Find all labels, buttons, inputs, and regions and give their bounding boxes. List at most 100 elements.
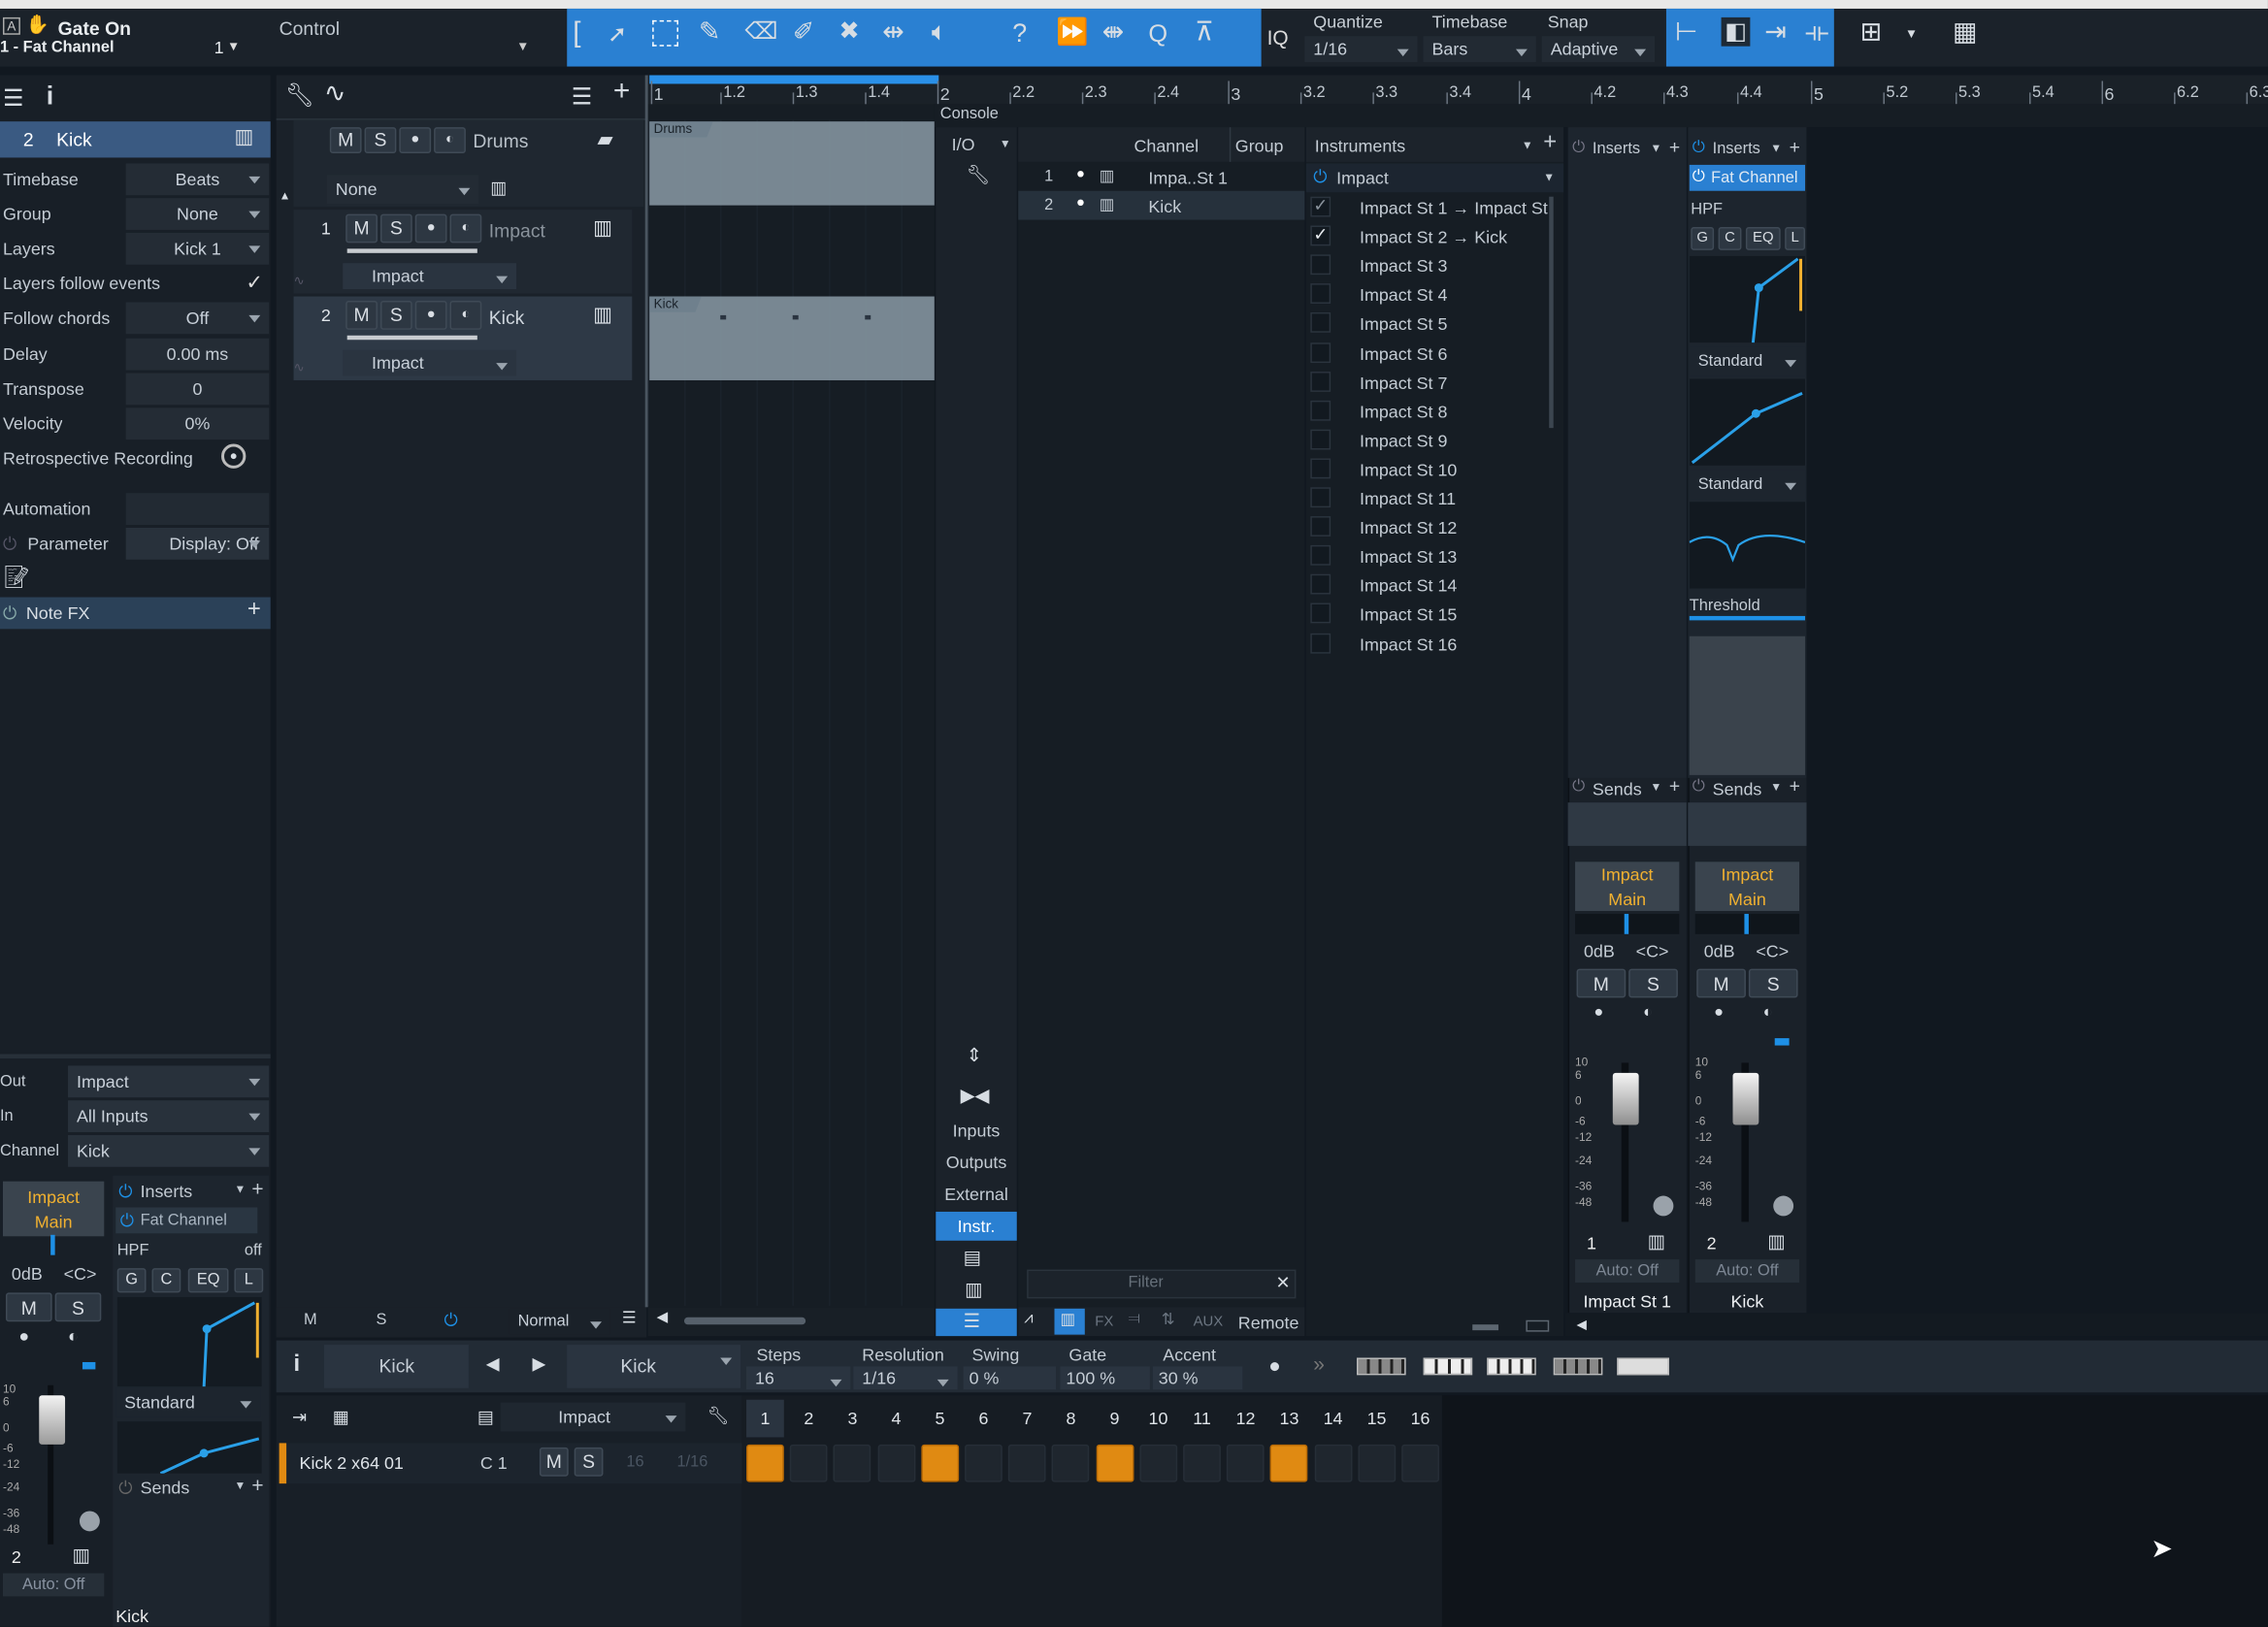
step-cell[interactable] [746, 1444, 784, 1482]
add-instrument-button[interactable]: + [1543, 130, 1557, 156]
steps-select[interactable]: 16 [746, 1366, 851, 1390]
step-number[interactable]: 4 [877, 1409, 915, 1429]
iq-button[interactable]: IQ [1267, 26, 1289, 49]
record-icon[interactable]: ● [1594, 1003, 1603, 1021]
grid-view-icon[interactable]: ▦ [333, 1407, 349, 1427]
power-icon[interactable]: ⏻ [1693, 168, 1705, 186]
console-nav-outputs[interactable]: Outputs [936, 1148, 1016, 1177]
step-cell[interactable] [1358, 1444, 1396, 1482]
pattern-variation-5[interactable] [1617, 1357, 1669, 1376]
wrench-icon[interactable]: 🔧︎ [285, 81, 314, 110]
folder-icon[interactable]: ▰ [598, 127, 613, 151]
strip-automation-mode[interactable]: Auto: Off [1694, 1259, 1800, 1283]
output-checkbox[interactable] [1310, 371, 1331, 392]
track-monitor-button[interactable]: ◐ [449, 213, 482, 244]
step-number[interactable]: 6 [965, 1409, 1003, 1429]
pencil-icon[interactable]: ✎ [699, 17, 720, 48]
step-cell[interactable] [1401, 1444, 1439, 1482]
console-nav-external[interactable]: External [936, 1180, 1016, 1209]
monitor-icon[interactable]: ◐ [1643, 1003, 1653, 1021]
aux-filter-button[interactable]: AUX [1194, 1315, 1224, 1330]
wrench-icon[interactable]: 🔧︎ [707, 1406, 730, 1426]
strip-mute-button[interactable]: M [1696, 968, 1746, 998]
step-number[interactable]: 9 [1096, 1409, 1134, 1429]
step-number[interactable]: 1 [746, 1409, 784, 1429]
monitor-icon[interactable]: ◐ [68, 1326, 79, 1347]
remote-button[interactable]: Remote [1238, 1313, 1299, 1333]
power-icon[interactable]: ⏻ [1572, 139, 1585, 157]
add-insert-button[interactable]: + [1790, 136, 1800, 157]
track-mute-button[interactable]: M [345, 301, 378, 330]
chevron-down-icon[interactable]: ▼ [1651, 142, 1662, 154]
strip-channel-name[interactable]: Impact St 1 [1568, 1291, 1687, 1312]
arrow-tool-icon[interactable]: ➚ [608, 20, 627, 49]
strip-automation-mode[interactable]: Auto: Off [1575, 1259, 1680, 1283]
banks-icon[interactable]: ▤ [964, 1247, 981, 1270]
add-note-fx-button[interactable]: + [247, 598, 261, 624]
strip-volume-fader[interactable] [1732, 1072, 1759, 1125]
strip-channel-name[interactable]: Kick [1688, 1291, 1806, 1312]
inspector-row-value[interactable]: Beats [125, 163, 270, 196]
chevron-down-icon[interactable]: ▼ [1651, 781, 1662, 794]
collapse-icon[interactable]: ▲ [279, 189, 291, 202]
power-icon[interactable]: ⏻ [118, 1478, 132, 1499]
wrench-icon[interactable]: 🔧︎ [967, 163, 991, 186]
step-cell[interactable] [1139, 1444, 1177, 1482]
track-monitor-button[interactable]: ◐ [449, 301, 482, 330]
power-icon[interactable]: ⏻ [1313, 166, 1327, 187]
folder-record-button[interactable]: ● [399, 127, 432, 153]
strip-solo-button[interactable]: S [1628, 968, 1678, 998]
output-checkbox[interactable] [1310, 254, 1331, 276]
power-icon[interactable]: ⏻ [118, 1182, 132, 1203]
retrospective-record-icon[interactable]: ● [221, 443, 247, 469]
bus-filter-icon[interactable]: ⫤ [1129, 1310, 1140, 1328]
output-checkbox[interactable] [1310, 545, 1331, 567]
mini-pan-readout[interactable]: <C> [64, 1264, 97, 1285]
folder-solo-button[interactable]: S [364, 127, 397, 153]
step-number[interactable]: 11 [1183, 1409, 1221, 1429]
knob-icon[interactable] [79, 1511, 100, 1532]
track-instrument-select[interactable]: Impact [343, 263, 517, 290]
knob-icon[interactable] [1653, 1195, 1674, 1217]
pattern-variation-1[interactable] [1356, 1357, 1406, 1376]
bend-tool-icon[interactable]: ⇹ [882, 17, 904, 48]
inspector-row-value[interactable]: None [125, 198, 270, 230]
mini-volume-fader[interactable] [39, 1395, 66, 1445]
channel-number[interactable]: 1 [214, 38, 224, 58]
step-cell[interactable] [1270, 1444, 1308, 1482]
track-name[interactable]: Impact [489, 220, 545, 242]
quantize-tool-icon[interactable]: Q [1148, 20, 1167, 49]
footer-solo-button[interactable]: S [377, 1312, 387, 1329]
mini-fat-channel-slot[interactable]: Fat Channel [141, 1212, 227, 1229]
audio-filter-icon[interactable]: ⩘ [1024, 1310, 1033, 1328]
swing-value[interactable]: 0 % [963, 1366, 1056, 1390]
console-nav-instr[interactable]: Instr. [936, 1211, 1017, 1241]
track-volume-slider[interactable] [346, 248, 477, 253]
chevron-down-icon[interactable]: ▼ [227, 39, 240, 53]
clear-filter-icon[interactable]: ✕ [1276, 1273, 1291, 1293]
fx-filter-button[interactable]: FX [1095, 1315, 1113, 1330]
chevron-down-icon[interactable]: ▼ [234, 1480, 246, 1492]
chevron-down-icon[interactable]: ▼ [1905, 26, 1918, 41]
snap-select[interactable]: Adaptive [1541, 36, 1656, 63]
in-select[interactable]: All Inputs [68, 1100, 270, 1132]
fat-eq-button[interactable]: EQ [1745, 226, 1781, 250]
out-select[interactable]: Impact [68, 1065, 270, 1098]
chevron-down-icon[interactable]: ▼ [1770, 142, 1782, 154]
inspector-row-value[interactable]: Kick 1 [125, 232, 270, 265]
console-nav-inputs[interactable]: Inputs [936, 1117, 1016, 1146]
step-number[interactable]: 15 [1358, 1409, 1396, 1429]
help-button[interactable]: ? [1012, 18, 1027, 49]
io-button[interactable]: I/O [952, 135, 975, 155]
strip-volume-readout[interactable]: 0dB [1584, 941, 1615, 961]
channel-visible-dot[interactable]: ● [1076, 166, 1085, 181]
expand-vertical-icon[interactable]: ⇕ [967, 1044, 982, 1067]
folder-monitor-button[interactable]: ◐ [434, 127, 466, 153]
automation-icon[interactable]: ∿ [324, 78, 345, 108]
accent-value[interactable]: 30 % [1152, 1366, 1243, 1390]
step-number[interactable]: 13 [1270, 1409, 1308, 1429]
eraser-icon[interactable]: ⌫ [745, 17, 778, 47]
inspector-row-value[interactable]: 0 [125, 373, 270, 406]
step-cell[interactable] [1227, 1444, 1265, 1482]
inspector-row-value[interactable]: 0.00 ms [125, 338, 270, 371]
